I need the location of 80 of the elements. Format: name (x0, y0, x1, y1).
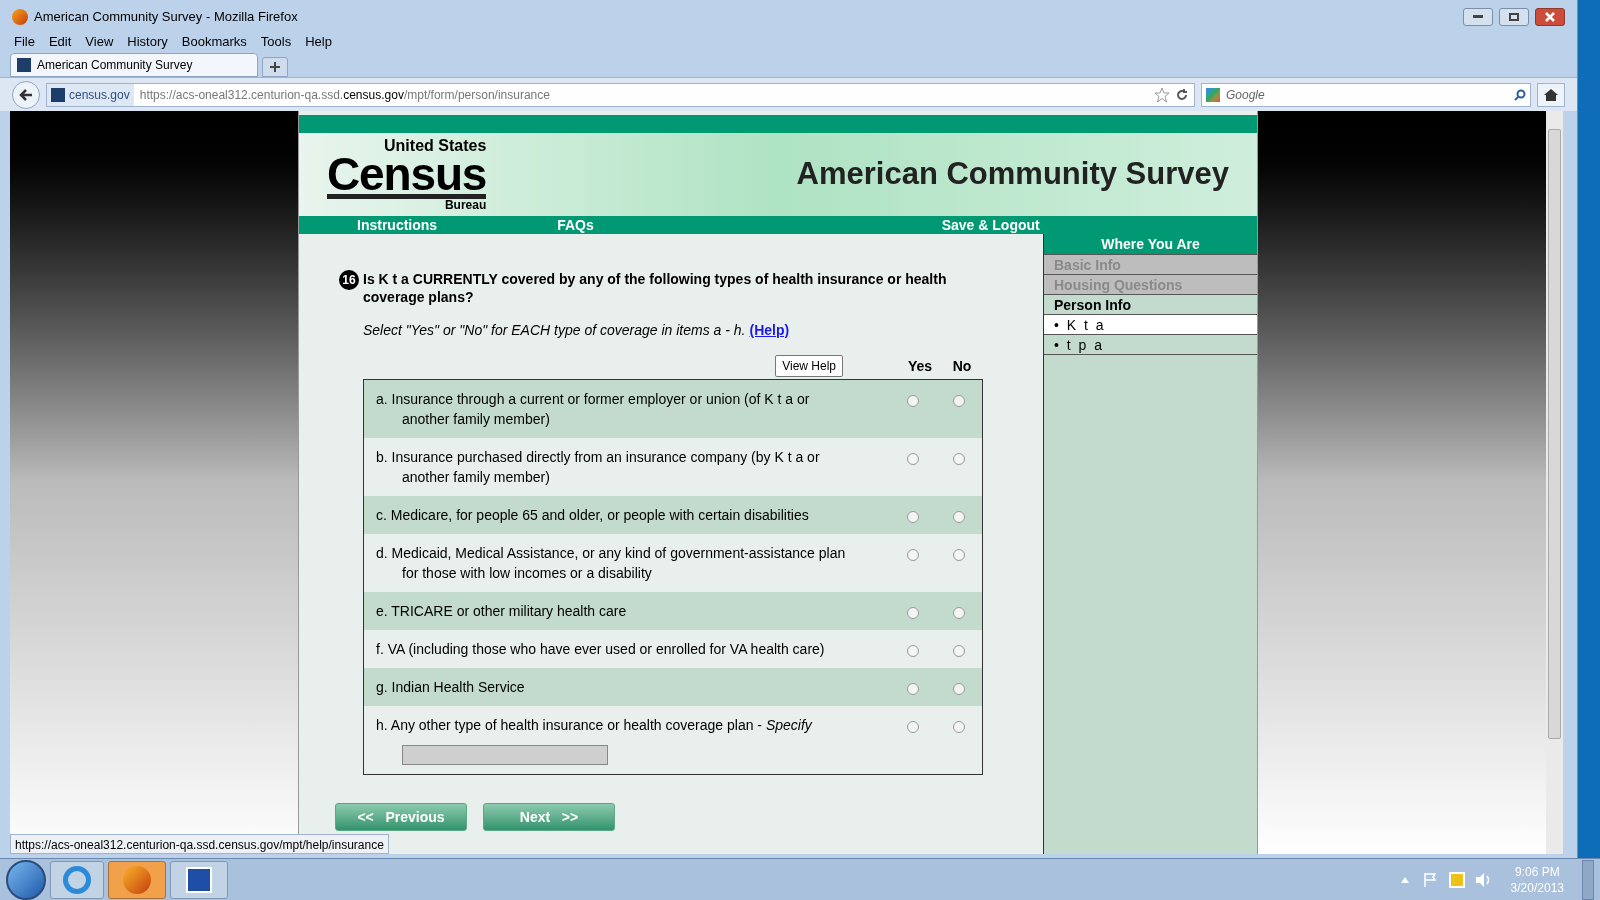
radio-button[interactable] (953, 453, 965, 465)
radio-button[interactable] (953, 645, 965, 657)
home-button[interactable] (1537, 82, 1565, 107)
nav-link[interactable]: FAQs (557, 214, 594, 236)
sidebar-title: Where You Are (1044, 234, 1257, 254)
close-icon (1545, 11, 1555, 22)
browser-tab[interactable]: American Community Survey (10, 53, 258, 77)
banner-title: American Community Survey (796, 155, 1229, 194)
radio-button[interactable] (953, 549, 965, 561)
radio-button[interactable] (907, 395, 919, 407)
menu-item[interactable]: File (14, 32, 35, 52)
site-icon (51, 87, 65, 102)
address-bar[interactable]: census.gov https://acs-oneal312.centurion-qa.ssd.census.gov/mpt/form/person/insurance (46, 82, 1195, 107)
nav-link[interactable]: Save & Logout (941, 214, 1040, 236)
radio-button[interactable] (907, 549, 919, 561)
menu-item[interactable]: Edit (48, 32, 72, 52)
radio-button[interactable] (907, 607, 919, 619)
radio-button[interactable] (907, 453, 919, 465)
site-icon (17, 58, 31, 72)
home-icon (1544, 88, 1558, 101)
nav-link[interactable]: Instructions (357, 214, 438, 236)
help-link[interactable]: (Help) (749, 320, 790, 341)
option-text: c. Medicare, for people 65 and older, or people with certain disabilities (376, 506, 810, 525)
minimize-button[interactable] (1463, 7, 1493, 26)
new-tab-button[interactable] (262, 57, 288, 77)
search-field[interactable]: Google (1201, 82, 1531, 107)
census-logo: United States Census Bureau (327, 138, 487, 211)
menu-item[interactable]: View (85, 32, 114, 52)
reload-icon[interactable] (1176, 88, 1188, 101)
column-header: Yes (906, 357, 934, 376)
maximize-button[interactable] (1499, 7, 1529, 26)
start-button[interactable] (6, 859, 46, 900)
sidebar-item[interactable]: • K t a (1044, 314, 1257, 334)
question-number: 16 (339, 270, 359, 290)
option-text: d. Medicaid, Medical Assistance, or any kind of government-assistance plan for those with low incomes or a disability (376, 544, 847, 583)
back-button[interactable] (12, 80, 40, 109)
radio-button[interactable] (953, 721, 965, 733)
option-text: e. TRICARE or other military health care (376, 602, 628, 621)
radio-button[interactable] (907, 721, 919, 733)
menu-item[interactable]: Tools (260, 32, 292, 52)
browser-logo-icon (12, 8, 28, 25)
option-text: f. VA (including those who have ever used or enrolled for VA health care) (376, 640, 826, 659)
browser-taskbar-icon[interactable] (50, 860, 104, 899)
url-text: https://acs-oneal312.centurion-qa.ssd.census.gov/mpt/form/person/insurance (138, 86, 550, 104)
search-engine-icon (1206, 87, 1220, 102)
column-header: No (951, 357, 973, 376)
option-text: g. Indian Health Service (376, 678, 526, 697)
radio-button[interactable] (953, 607, 965, 619)
clock-time: 9:06 PM (1514, 863, 1560, 880)
question-text: Is K t a CURRENTLY covered by any of the following types of health insurance or health coverage plans? (363, 270, 948, 306)
radio-button[interactable] (907, 683, 919, 695)
link-status-tooltip: https://acs-oneal312.centurion-qa.ssd.census.gov/mpt/help/insurance (10, 834, 389, 854)
plus-icon (270, 62, 280, 72)
option-text: a. Insurance through a current or former employer or union (of K t a or another family member) (376, 390, 811, 429)
search-input[interactable]: Google (1226, 85, 1508, 104)
search-icon[interactable] (1514, 88, 1526, 101)
sidebar-item[interactable]: • t p a (1044, 334, 1257, 354)
menu-item[interactable]: History (127, 32, 168, 52)
radio-button[interactable] (953, 683, 965, 695)
radio-button[interactable] (953, 395, 965, 407)
radio-button[interactable] (907, 511, 919, 523)
option-text: h. Any other type of health insurance or health coverage plan - Specify (376, 716, 814, 735)
radio-button[interactable] (953, 511, 965, 523)
back-arrow-icon (19, 88, 33, 101)
show-desktop-button[interactable] (1582, 859, 1594, 900)
specify-field[interactable] (402, 745, 608, 765)
close-button[interactable] (1535, 7, 1565, 26)
menu-item[interactable]: Bookmarks (181, 32, 247, 52)
window-title: American Community Survey - Mozilla Firefox (34, 7, 298, 26)
option-text: b. Insurance purchased directly from an insurance company (by K t a or another family member) (376, 448, 821, 487)
clock-date: 3/20/2013 (1510, 879, 1564, 896)
menu-item[interactable]: Help (305, 32, 332, 52)
view-help-button[interactable]: View Help (775, 355, 843, 377)
instruction-text: Select "Yes" or "No" for EACH type of coverage in items a - h. (363, 321, 746, 340)
site-identity-button[interactable]: census.gov (47, 83, 134, 106)
flag-icon[interactable] (1422, 871, 1439, 888)
radio-button[interactable] (907, 645, 919, 657)
scrollbar[interactable] (1546, 111, 1563, 854)
star-icon[interactable] (1154, 86, 1170, 103)
tray-arrow-icon[interactable] (1400, 876, 1409, 883)
